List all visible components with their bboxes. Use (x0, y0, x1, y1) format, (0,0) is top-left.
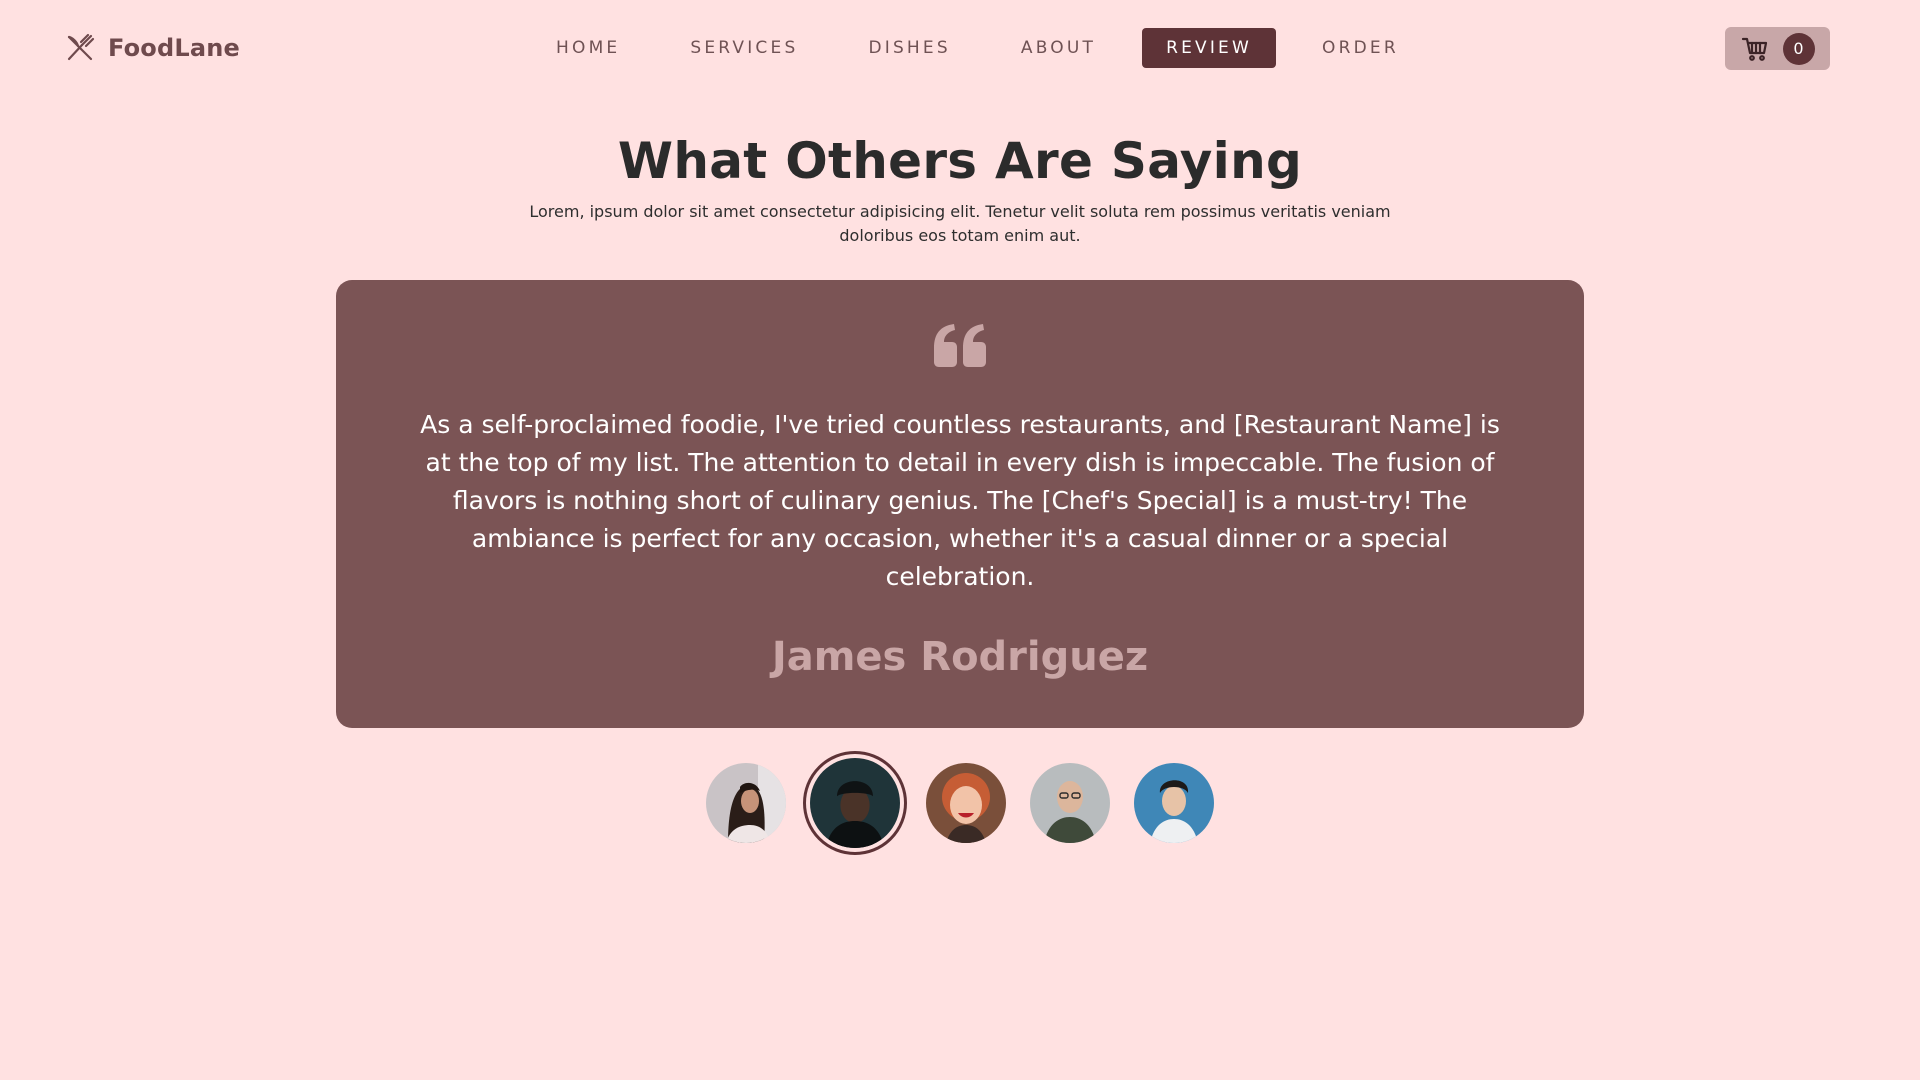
section-title: What Others Are Saying (617, 132, 1303, 190)
cart-count-badge: 0 (1782, 32, 1815, 65)
site-header: FoodLane HOME SERVICES DISHES ABOUT REVI… (0, 0, 1920, 96)
quote-icon (934, 324, 986, 367)
review-card: As a self-proclaimed foodie, I've tried … (336, 280, 1584, 728)
review-text: As a self-proclaimed foodie, I've tried … (420, 410, 1500, 591)
section-subtitle: Lorem, ipsum dolor sit amet consectetur … (529, 202, 1391, 245)
avatar-reviewer-2-selected[interactable] (803, 751, 907, 855)
main-nav: HOME SERVICES DISHES ABOUT REVIEW ORDER (532, 28, 1445, 68)
avatar-reviewer-3[interactable] (926, 763, 1006, 843)
nav-item-about[interactable]: ABOUT (997, 28, 1120, 68)
nav-item-dishes[interactable]: DISHES (844, 28, 974, 68)
shopping-cart-icon (1741, 37, 1767, 61)
nav-item-services[interactable]: SERVICES (666, 28, 822, 68)
fork-knife-icon (67, 33, 95, 61)
avatar-reviewer-4[interactable] (1030, 763, 1110, 843)
avatar-image (1134, 763, 1214, 843)
avatar-image (926, 763, 1006, 843)
cart-button[interactable]: 0 (1725, 27, 1830, 70)
nav-item-review[interactable]: REVIEW (1142, 28, 1277, 68)
brand-name: FoodLane (108, 34, 241, 62)
avatar-reviewer-1[interactable] (706, 763, 786, 843)
nav-item-home[interactable]: HOME (532, 28, 644, 68)
avatar-reviewer-5[interactable] (1134, 763, 1214, 843)
nav-item-order[interactable]: ORDER (1298, 28, 1423, 68)
avatar-image (706, 763, 786, 843)
avatar-image (1030, 763, 1110, 843)
avatar-image (810, 758, 900, 848)
review-author: James Rodriguez (771, 634, 1149, 680)
brand-logo[interactable]: FoodLane (64, 32, 240, 64)
reviewer-avatars (0, 746, 1920, 862)
